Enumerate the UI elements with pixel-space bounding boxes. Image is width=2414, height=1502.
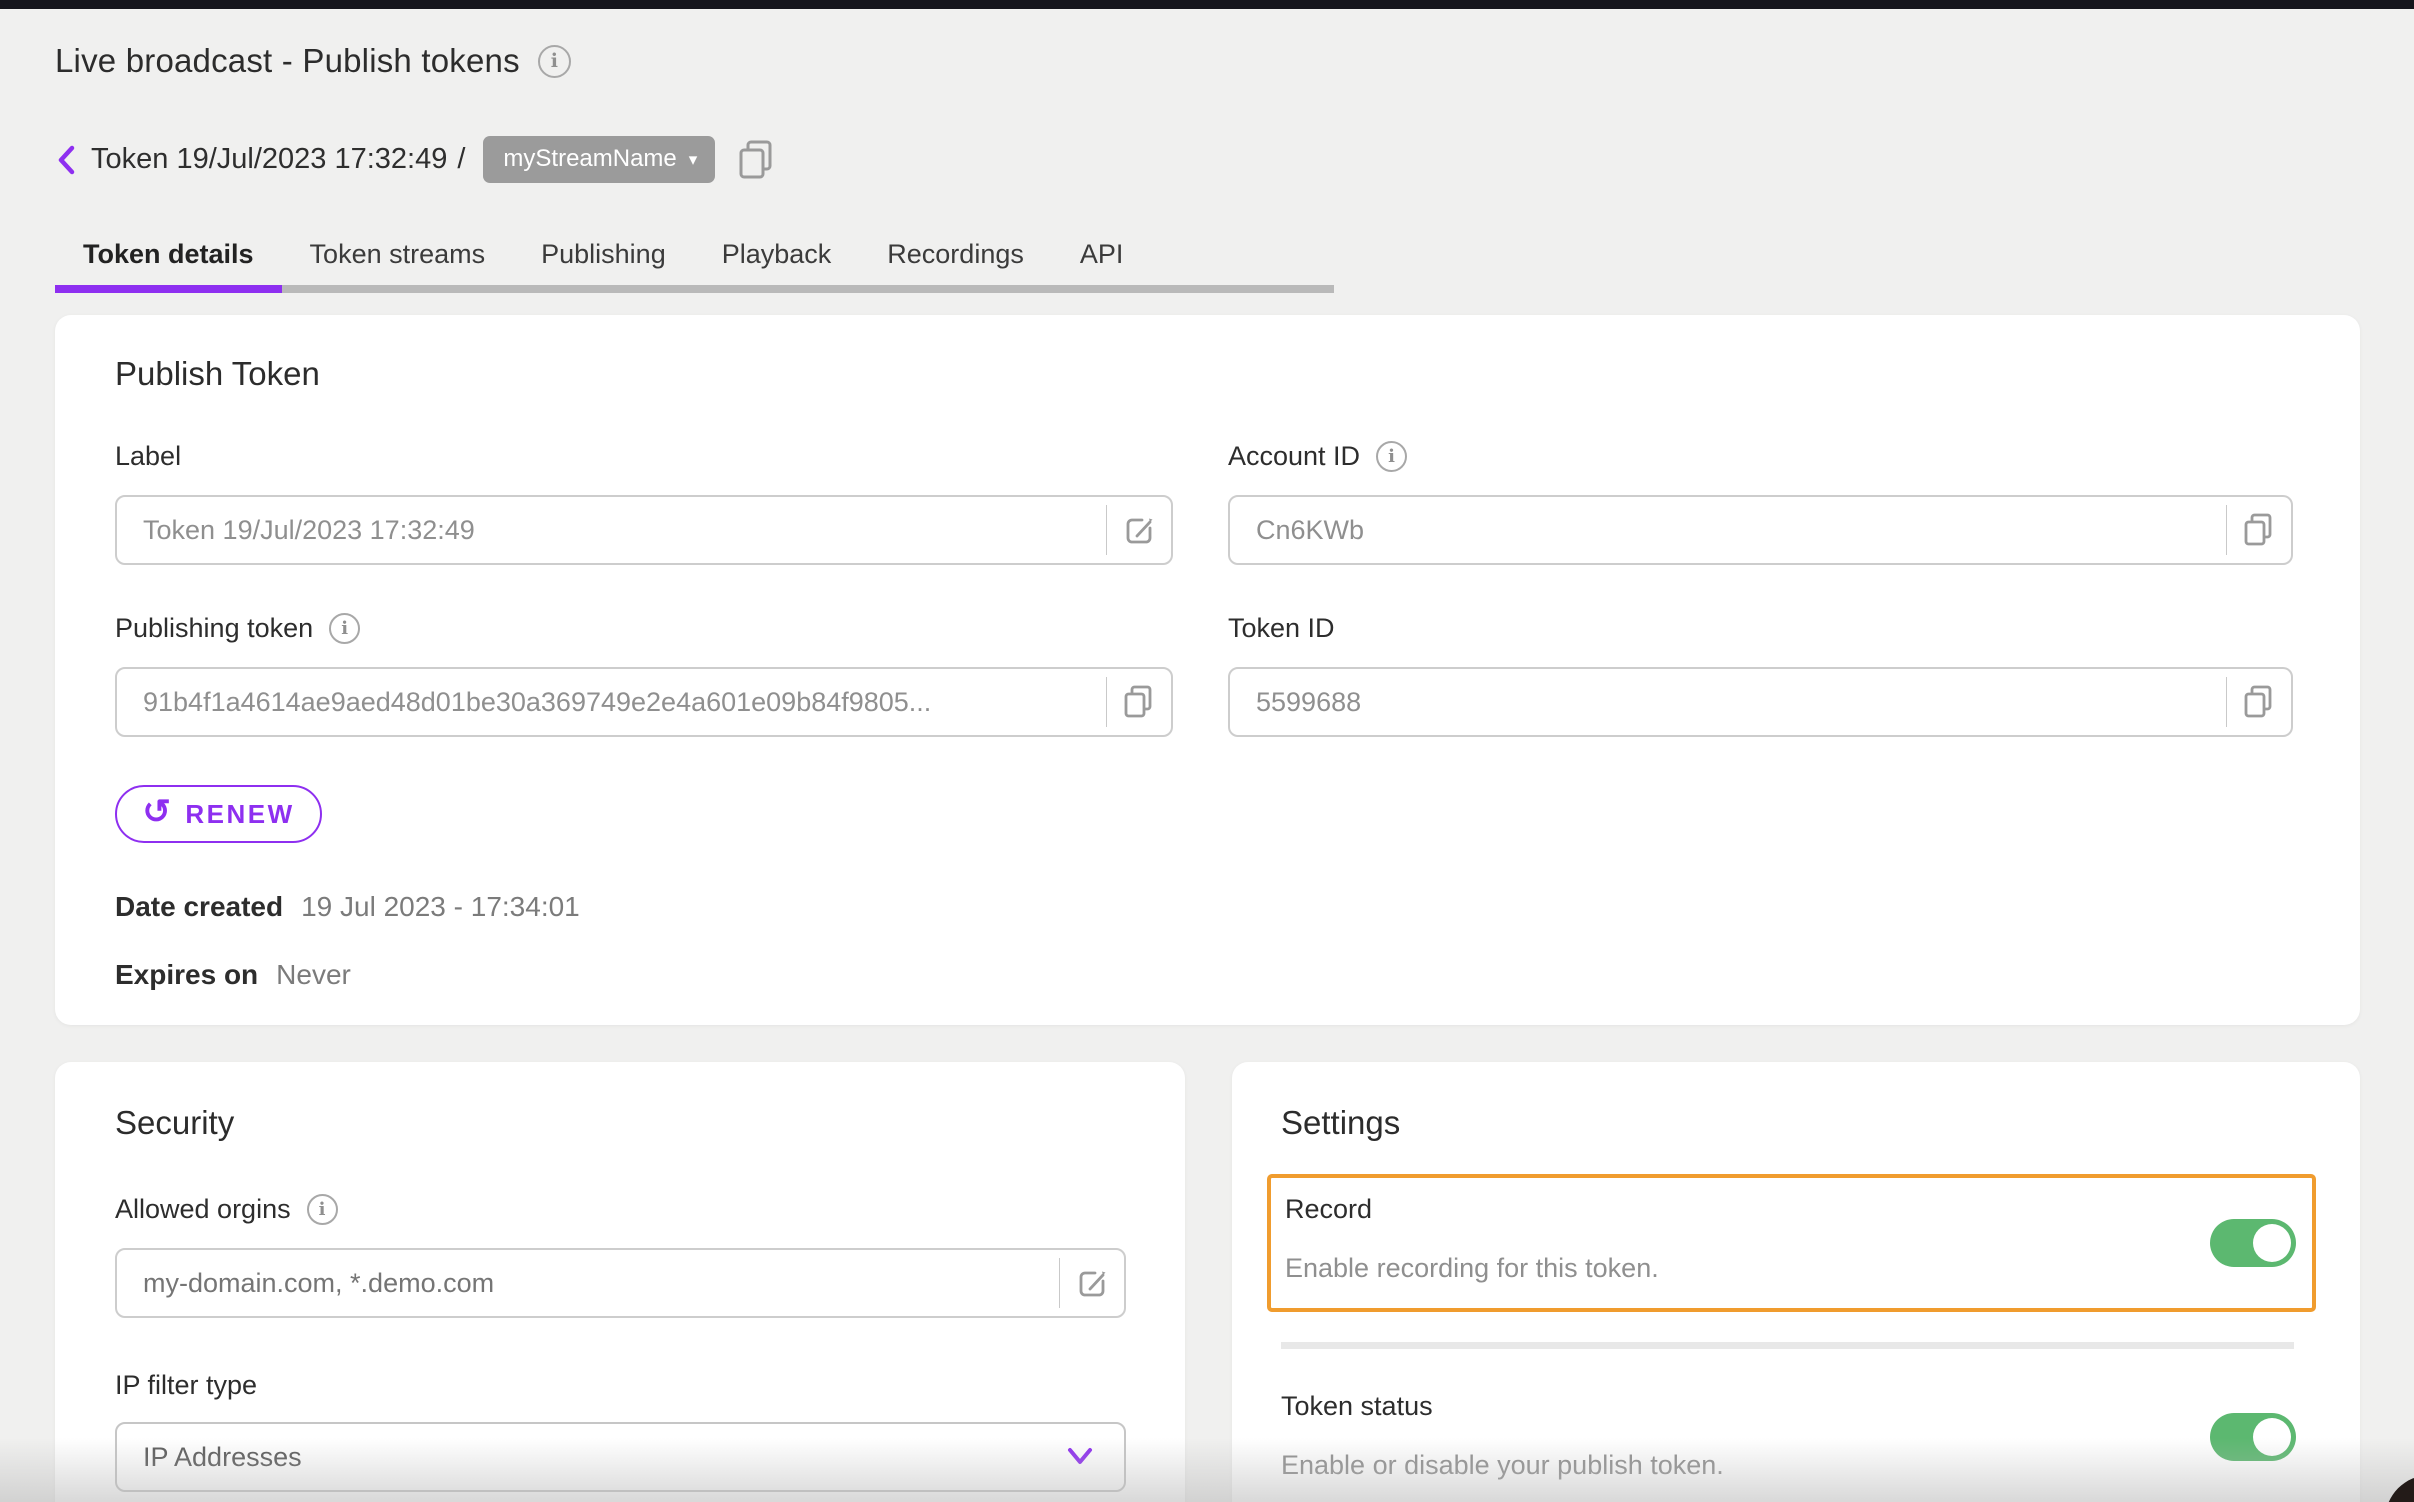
- publishing-token-info-icon[interactable]: i: [329, 613, 360, 644]
- account-id-value: Cn6KWb: [1230, 515, 2226, 546]
- security-card: Security Allowed orgins i: [55, 1062, 1185, 1502]
- renew-icon: ↺: [142, 795, 173, 829]
- ip-filter-selected-value: IP Addresses: [143, 1442, 302, 1473]
- publishing-token-label: Publishing token i: [115, 611, 1173, 645]
- page-info-icon[interactable]: i: [538, 45, 571, 78]
- allowed-origins-box: [115, 1248, 1126, 1318]
- allowed-origins-info-icon[interactable]: i: [307, 1194, 338, 1225]
- tab-api[interactable]: API: [1052, 223, 1152, 285]
- tab-recordings[interactable]: Recordings: [859, 223, 1052, 285]
- edit-label-button[interactable]: [1107, 497, 1171, 563]
- copy-account-id-button[interactable]: [2227, 497, 2291, 563]
- token-status-setting: Token status Enable or disable your publ…: [1281, 1391, 2314, 1481]
- renew-button[interactable]: ↺ RENEW: [115, 785, 322, 843]
- back-button[interactable]: [55, 143, 79, 177]
- tab-bar: Token details Token streams Publishing P…: [55, 223, 1334, 293]
- publish-token-heading: Publish Token: [115, 355, 2300, 393]
- token-status-description: Enable or disable your publish token.: [1281, 1450, 2194, 1481]
- tab-token-details[interactable]: Token details: [55, 223, 282, 285]
- copy-publishing-token-button[interactable]: [1107, 669, 1171, 735]
- publishing-token-value: 91b4f1a4614ae9aed48d01be30a369749e2e4a60…: [117, 687, 1106, 718]
- label-field-label: Label: [115, 439, 1173, 473]
- page-title: Live broadcast - Publish tokens: [55, 42, 520, 80]
- breadcrumb: Token 19/Jul/2023 17:32:49 / myStreamNam…: [55, 136, 2360, 183]
- settings-card: Settings Record Enable recording for thi…: [1232, 1062, 2360, 1502]
- settings-heading: Settings: [1281, 1104, 2314, 1142]
- tab-token-streams[interactable]: Token streams: [282, 223, 514, 285]
- expires-on-row: Expires on Never: [115, 959, 2300, 991]
- record-setting-highlight: Record Enable recording for this token.: [1267, 1174, 2316, 1312]
- security-heading: Security: [115, 1104, 1126, 1142]
- label-input-box: [115, 495, 1173, 565]
- breadcrumb-separator: /: [457, 143, 465, 176]
- top-bar: [0, 0, 2414, 9]
- toggle-knob: [2253, 1418, 2291, 1456]
- token-id-label: Token ID: [1228, 611, 2293, 645]
- date-created-row: Date created 19 Jul 2023 - 17:34:01: [115, 891, 2300, 923]
- edit-allowed-origins-button[interactable]: [1060, 1250, 1124, 1316]
- tab-publishing[interactable]: Publishing: [513, 223, 694, 285]
- account-id-info-icon[interactable]: i: [1376, 441, 1407, 472]
- copy-icon: [2241, 683, 2277, 721]
- ip-filter-type-label: IP filter type: [115, 1368, 1126, 1402]
- tab-playback[interactable]: Playback: [694, 223, 860, 285]
- copy-token-id-button[interactable]: [2227, 669, 2291, 735]
- ip-filter-select[interactable]: IP Addresses: [115, 1422, 1126, 1492]
- chevron-left-icon: [55, 143, 79, 177]
- publish-token-card: Publish Token Label Account ID i: [55, 315, 2360, 1025]
- stream-name-label: myStreamName: [503, 145, 676, 173]
- edit-icon: [1074, 1265, 1110, 1301]
- record-toggle[interactable]: [2210, 1219, 2296, 1267]
- account-id-box: Cn6KWb: [1228, 495, 2293, 565]
- token-status-label: Token status: [1281, 1391, 2194, 1422]
- copy-icon: [2241, 511, 2277, 549]
- settings-divider: [1281, 1342, 2294, 1349]
- token-id-value: 5599688: [1230, 687, 2226, 718]
- page-header: Live broadcast - Publish tokens i: [55, 42, 2360, 80]
- publishing-token-box: 91b4f1a4614ae9aed48d01be30a369749e2e4a60…: [115, 667, 1173, 737]
- allowed-origins-input[interactable]: [117, 1268, 1059, 1299]
- chevron-down-icon: [1064, 1446, 1096, 1468]
- date-created-label: Date created: [115, 891, 283, 923]
- record-description: Enable recording for this token.: [1285, 1253, 2296, 1284]
- token-id-box: 5599688: [1228, 667, 2293, 737]
- allowed-origins-label: Allowed orgins i: [115, 1192, 1126, 1226]
- copy-icon: [735, 137, 779, 183]
- expires-on-label: Expires on: [115, 959, 258, 991]
- toggle-knob: [2253, 1224, 2291, 1262]
- stream-name-dropdown[interactable]: myStreamName ▾: [483, 136, 715, 183]
- edit-icon: [1121, 512, 1157, 548]
- expires-on-value: Never: [276, 959, 351, 991]
- token-status-toggle[interactable]: [2210, 1413, 2296, 1461]
- label-input[interactable]: [117, 515, 1106, 546]
- date-created-value: 19 Jul 2023 - 17:34:01: [301, 891, 580, 923]
- page: Live broadcast - Publish tokens i Token …: [0, 0, 2414, 1502]
- caret-down-icon: ▾: [689, 151, 698, 168]
- renew-label: RENEW: [185, 799, 294, 830]
- copy-icon: [1121, 683, 1157, 721]
- copy-stream-name-button[interactable]: [735, 137, 779, 183]
- account-id-label: Account ID i: [1228, 439, 2293, 473]
- breadcrumb-token-label: Token 19/Jul/2023 17:32:49: [91, 143, 447, 176]
- record-label: Record: [1285, 1194, 2296, 1225]
